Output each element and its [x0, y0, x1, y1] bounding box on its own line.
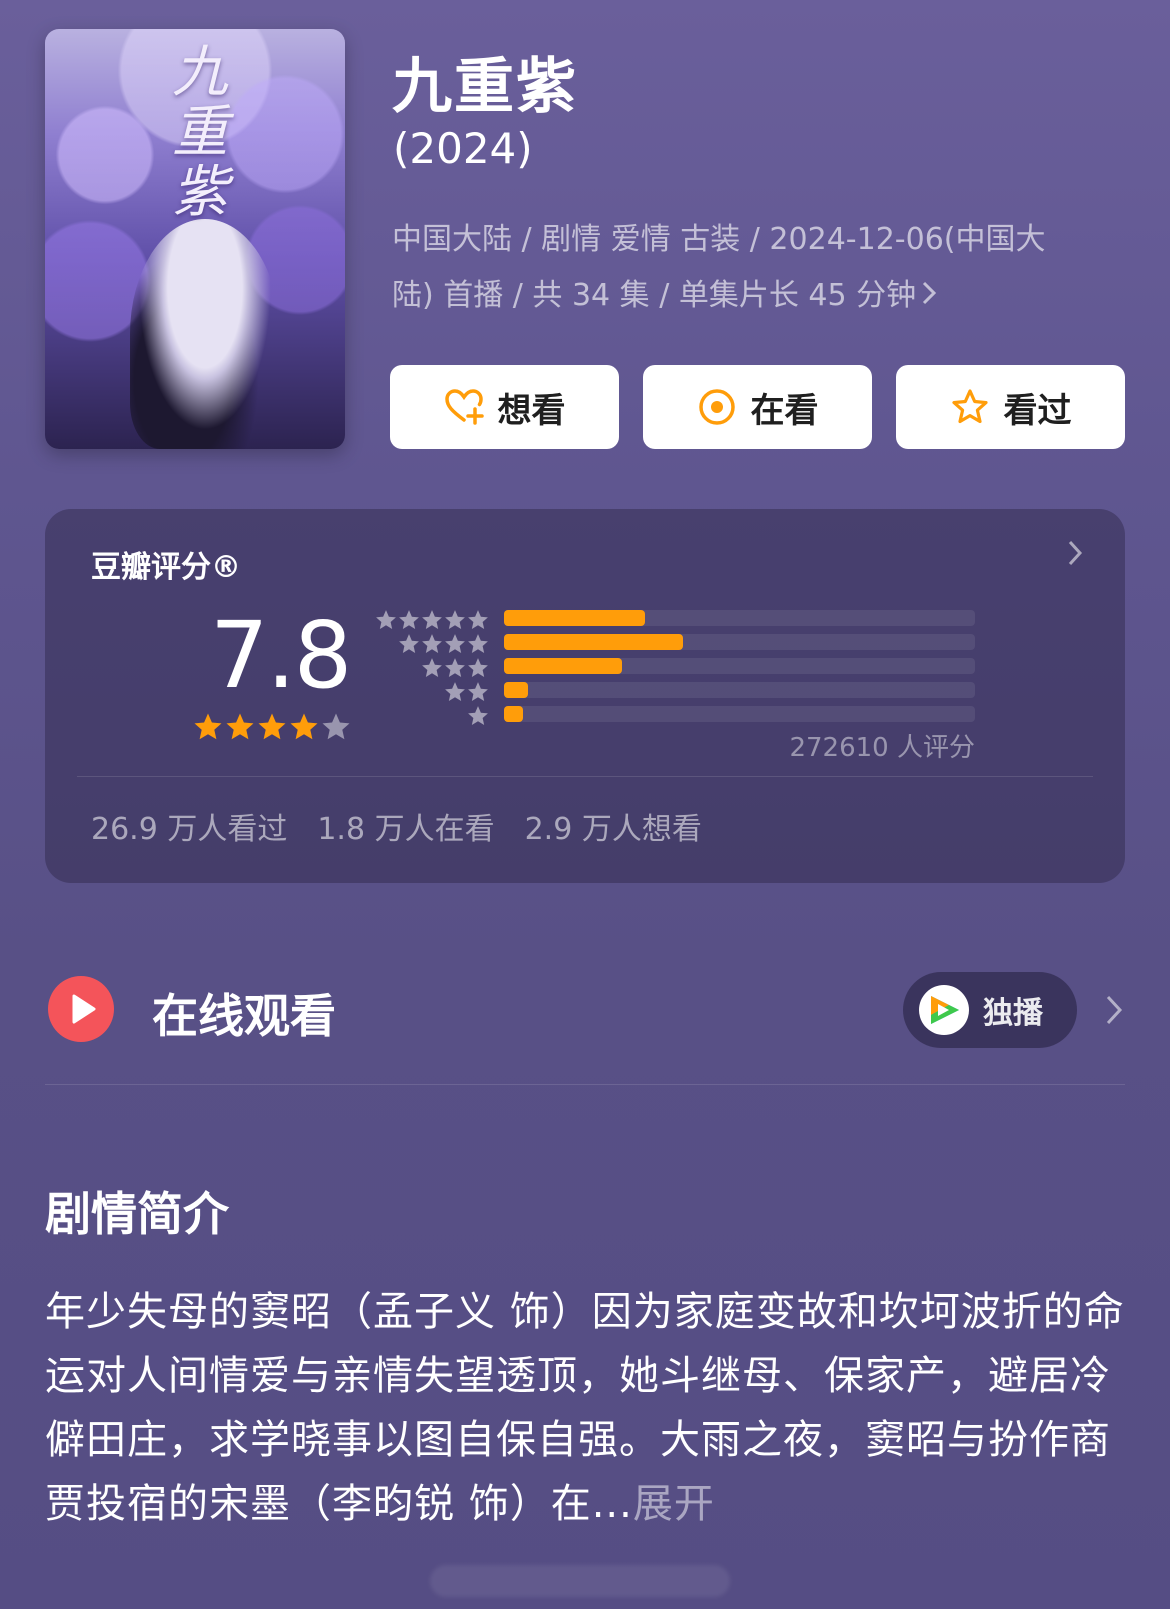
- play-icon: [48, 976, 114, 1042]
- star-level-5: [375, 609, 489, 633]
- star-small-icon: [421, 633, 443, 657]
- star-empty-icon: [321, 712, 351, 746]
- star-small-icon: [375, 609, 397, 633]
- star-level-1: [375, 705, 489, 729]
- star-small-icon: [398, 609, 420, 633]
- rating-stars: [193, 712, 351, 746]
- star-small-icon: [421, 609, 443, 633]
- poster-figures: [130, 219, 280, 449]
- star-small-icon: [467, 681, 489, 705]
- douban-rating-card[interactable]: 豆瓣评分® 7.8 272610 人评分 26.9 万人看过 1.8 万人在看 …: [45, 509, 1125, 883]
- rating-bar-3-star: [504, 658, 622, 674]
- watermark: [430, 1565, 730, 1597]
- rating-bar-track: [504, 634, 975, 650]
- rater-count: 272610 人评分: [789, 733, 975, 763]
- rating-bar-track: [504, 610, 975, 626]
- rating-bar-1-star: [504, 706, 523, 722]
- divider: [77, 776, 1093, 777]
- poster-calligraphy-title: 九重紫: [172, 40, 228, 225]
- star-filled-icon: [289, 712, 319, 746]
- star-filled-icon: [225, 712, 255, 746]
- want-count: 2.9 万人想看: [524, 812, 702, 847]
- meta-line-1: 中国大陆 / 剧情 爱情 古装 / 2024-12-06(中国大: [392, 222, 1046, 257]
- star-level-3: [375, 657, 489, 681]
- star-small-icon: [467, 657, 489, 681]
- star-small-icon: [444, 657, 466, 681]
- show-year: (2024): [393, 124, 533, 173]
- star-small-icon: [467, 705, 489, 729]
- chevron-right-icon[interactable]: [1105, 994, 1123, 1030]
- synopsis-body: 年少失母的窦昭（孟子义 饰）因为家庭变故和坎坷波折的命运对人间情爱与亲情失望透顶…: [45, 1289, 1125, 1527]
- star-small-icon: [398, 633, 420, 657]
- watched-count: 26.9 万人看过: [91, 812, 288, 847]
- star-level-2: [375, 681, 489, 705]
- online-watch-row[interactable]: 在线观看 独播: [45, 972, 1125, 1048]
- rating-bar-2-star: [504, 682, 528, 698]
- poster-image[interactable]: 九重紫: [45, 29, 345, 449]
- star-small-icon: [444, 633, 466, 657]
- star-outline-icon: [950, 387, 990, 427]
- exclusive-label: 独播: [983, 996, 1043, 1031]
- chevron-right-icon: [922, 278, 937, 313]
- watching-button[interactable]: 在看: [643, 365, 872, 449]
- star-level-4: [375, 633, 489, 657]
- star-small-icon: [467, 609, 489, 633]
- watched-button[interactable]: 看过: [896, 365, 1125, 449]
- star-small-icon: [421, 657, 443, 681]
- star-small-icon: [444, 681, 466, 705]
- expand-link[interactable]: 展开: [633, 1481, 715, 1527]
- want-to-watch-button[interactable]: 想看: [390, 365, 619, 449]
- rating-distribution: [504, 610, 975, 730]
- tencent-video-icon: [919, 985, 969, 1035]
- star-level-labels: [375, 609, 489, 729]
- rating-label: 豆瓣评分®: [91, 550, 241, 585]
- star-filled-icon: [193, 712, 223, 746]
- star-small-icon: [467, 633, 489, 657]
- star-small-icon: [444, 609, 466, 633]
- chevron-right-icon[interactable]: [1067, 539, 1083, 571]
- rating-score: 7.8: [210, 602, 352, 709]
- show-meta[interactable]: 中国大陆 / 剧情 爱情 古装 / 2024-12-06(中国大 陆) 首播 /…: [392, 212, 1112, 324]
- rating-bar-track: [504, 658, 975, 674]
- exclusive-platform-badge[interactable]: 独播: [903, 972, 1077, 1048]
- synopsis-text: 年少失母的窦昭（孟子义 饰）因为家庭变故和坎坷波折的命运对人间情爱与亲情失望透顶…: [45, 1280, 1125, 1536]
- rating-bar-track: [504, 706, 975, 722]
- watching-count: 1.8 万人在看: [317, 812, 495, 847]
- synopsis-title: 剧情简介: [45, 1187, 229, 1241]
- watching-label: 在看: [750, 390, 819, 431]
- watched-label: 看过: [1003, 390, 1072, 431]
- want-label: 想看: [497, 390, 566, 431]
- target-icon: [697, 387, 737, 427]
- rating-bar-4-star: [504, 634, 683, 650]
- meta-line-2: 陆) 首播 / 共 34 集 / 单集片长 45 分钟: [392, 278, 917, 313]
- rating-bar-5-star: [504, 610, 646, 626]
- rating-bar-track: [504, 682, 975, 698]
- heart-plus-icon: [444, 387, 484, 427]
- online-watch-title: 在线观看: [152, 989, 336, 1043]
- show-title: 九重紫: [392, 52, 578, 122]
- divider: [45, 1084, 1125, 1085]
- audience-stats: 26.9 万人看过 1.8 万人在看 2.9 万人想看: [91, 804, 702, 848]
- star-filled-icon: [257, 712, 287, 746]
